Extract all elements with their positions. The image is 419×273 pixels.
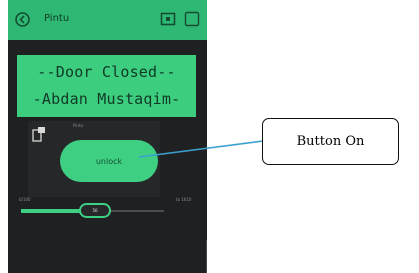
app-bar: Pintu (8, 0, 207, 40)
unlock-button[interactable]: unlock (60, 140, 158, 182)
callout-box: Button On (262, 118, 399, 165)
scroll-edge (206, 240, 207, 273)
slider-max-label: to 1610 (176, 197, 192, 202)
widget-settings-icon[interactable] (32, 126, 46, 142)
app-title: Pintu (44, 13, 70, 24)
figure: Pintu --Door Closed-- -Abdan Mustaqim- P… (0, 0, 419, 273)
phone-screen: Pintu --Door Closed-- -Abdan Mustaqim- P… (8, 0, 207, 273)
lcd-line-1: --Door Closed-- (37, 63, 176, 81)
square-menu-icon[interactable] (184, 11, 200, 27)
slider-min-label: 0/100 (19, 197, 31, 202)
device-icon[interactable] (160, 11, 176, 27)
lcd-line-2: -Abdan Mustaqim- (32, 90, 181, 108)
back-circle-icon[interactable] (14, 11, 31, 28)
widget-label: Pintu (73, 123, 84, 128)
lcd-display: --Door Closed-- -Abdan Mustaqim- (17, 55, 196, 117)
slider-thumb[interactable]: 50 (79, 203, 111, 218)
